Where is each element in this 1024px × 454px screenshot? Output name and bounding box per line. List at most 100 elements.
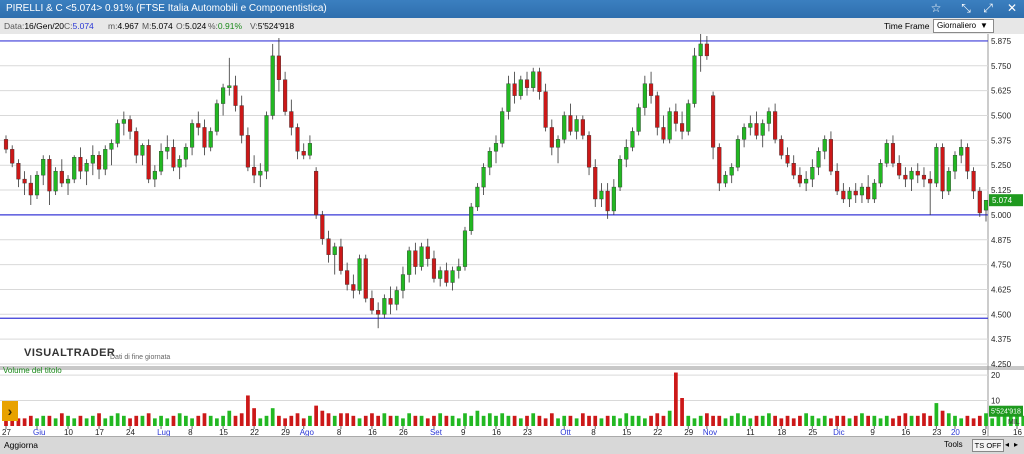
volume-bar <box>78 415 83 426</box>
volume-bar <box>308 415 312 426</box>
candle-body <box>599 190 604 200</box>
x-tick-label: 15 <box>219 428 228 436</box>
x-tick-label: 29 <box>281 428 290 436</box>
close-icon[interactable]: ✕ <box>1004 1 1020 16</box>
volume-bar <box>314 405 318 426</box>
candle-body <box>828 139 833 172</box>
candle-body <box>400 274 406 291</box>
x-tick-label: 10 <box>64 428 73 436</box>
volume-bar <box>481 415 486 426</box>
chart-canvas[interactable]: 5.875 5.750 5.625 5.500 5.375 5.250 5.125 5.000… <box>0 34 1024 436</box>
volume-bar <box>680 398 684 426</box>
volume-bar <box>624 413 629 426</box>
candle-body <box>642 83 647 108</box>
candle-body <box>797 174 802 184</box>
window-title: PIRELLI & C <5.074> 0.91% (FTSE Italia A… <box>6 3 327 14</box>
candle-body <box>971 170 976 192</box>
candle-body <box>952 155 958 172</box>
high-field: M:5.074 <box>142 21 173 31</box>
volume-bar <box>469 415 474 426</box>
scroll-right-icon[interactable]: ▸ <box>1014 440 1018 449</box>
volume-bar <box>301 418 306 426</box>
candle-body <box>444 270 449 283</box>
candle-body <box>630 131 635 148</box>
candle-body <box>208 131 213 148</box>
favorite-icon[interactable]: ☆ <box>928 1 944 16</box>
update-button[interactable]: Aggiorna <box>4 440 38 450</box>
volume-bar <box>984 413 988 426</box>
volume-bar <box>109 415 114 426</box>
candle-body <box>264 115 269 172</box>
candle-body <box>159 151 164 172</box>
volume-bar <box>134 415 139 426</box>
candle-body <box>475 186 480 208</box>
candle-body <box>723 174 728 184</box>
volume-bar <box>363 415 368 426</box>
volume-bar <box>159 415 163 426</box>
price-tick-label: 5.625 <box>991 87 1012 96</box>
expand-panel-icon[interactable]: › <box>2 401 18 421</box>
volume-bar <box>146 413 151 426</box>
candle-body <box>555 139 561 148</box>
volume-bar <box>345 413 349 426</box>
candle-body <box>270 55 275 116</box>
candle-body <box>22 178 27 184</box>
x-tick-label: 27 <box>2 428 11 436</box>
candle-body <box>115 123 120 144</box>
volume-bar <box>208 415 213 426</box>
low-field: m:4.967 <box>108 21 139 31</box>
volume-bar <box>692 418 697 426</box>
price-chart[interactable]: 5.875 5.750 5.625 5.500 5.375 5.250 5.125 5.000… <box>0 34 1024 436</box>
date-field: Data:16/Gen/20 <box>4 21 65 31</box>
candle-body <box>239 105 244 136</box>
scroll-left-icon[interactable]: ◂ <box>1005 440 1009 449</box>
price-tick-label: 5.750 <box>991 62 1012 71</box>
price-tick-label: 5.125 <box>991 186 1012 195</box>
x-tick-label: 9 <box>461 428 466 436</box>
x-tick-label: 24 <box>126 428 135 436</box>
candle-body <box>977 190 982 214</box>
volume-bar <box>946 413 951 426</box>
volume-bar <box>996 415 1001 426</box>
tools-button[interactable]: Tools <box>944 440 963 449</box>
candle-body <box>791 163 796 176</box>
volume-bar <box>574 418 579 426</box>
candle-body <box>649 83 654 96</box>
minimize-icon[interactable]: ⤡ <box>958 1 974 16</box>
candle-body <box>84 163 89 172</box>
volume-bar <box>605 415 610 426</box>
candle-body <box>934 147 939 184</box>
volume-bar <box>41 415 46 426</box>
candle-body <box>407 250 412 275</box>
volume-bar <box>990 418 995 426</box>
candle-body <box>866 186 871 200</box>
maximize-icon[interactable]: ⤢ <box>980 1 996 16</box>
volume-bar <box>611 415 616 426</box>
candle-body <box>425 246 430 259</box>
volume-bar <box>401 418 405 426</box>
volume-bar <box>270 408 275 426</box>
candle-body <box>524 79 530 88</box>
volume-bar <box>655 413 660 426</box>
candle-body <box>568 115 573 132</box>
candle-body <box>16 163 21 180</box>
price-tick-label: 4.250 <box>991 360 1012 369</box>
volume-bar <box>816 418 821 426</box>
volume-bar <box>537 415 542 426</box>
candle-body <box>531 71 536 88</box>
candle-body <box>822 139 827 152</box>
candle-body <box>506 83 511 112</box>
chevron-down-icon[interactable]: ▼ <box>979 19 989 32</box>
candle-body <box>96 155 102 170</box>
candle-body <box>134 131 139 156</box>
ts-toggle-button[interactable]: TS OFF <box>972 439 1004 452</box>
candle-body <box>611 186 616 212</box>
volume-bar <box>661 415 666 426</box>
candle-body <box>847 190 852 200</box>
candle-body <box>779 139 784 156</box>
candle-body <box>369 298 375 311</box>
volume-bar <box>742 415 746 426</box>
percent-field: %:0.91% <box>208 21 243 31</box>
candle-body <box>890 143 896 164</box>
volume-bar <box>736 413 740 426</box>
